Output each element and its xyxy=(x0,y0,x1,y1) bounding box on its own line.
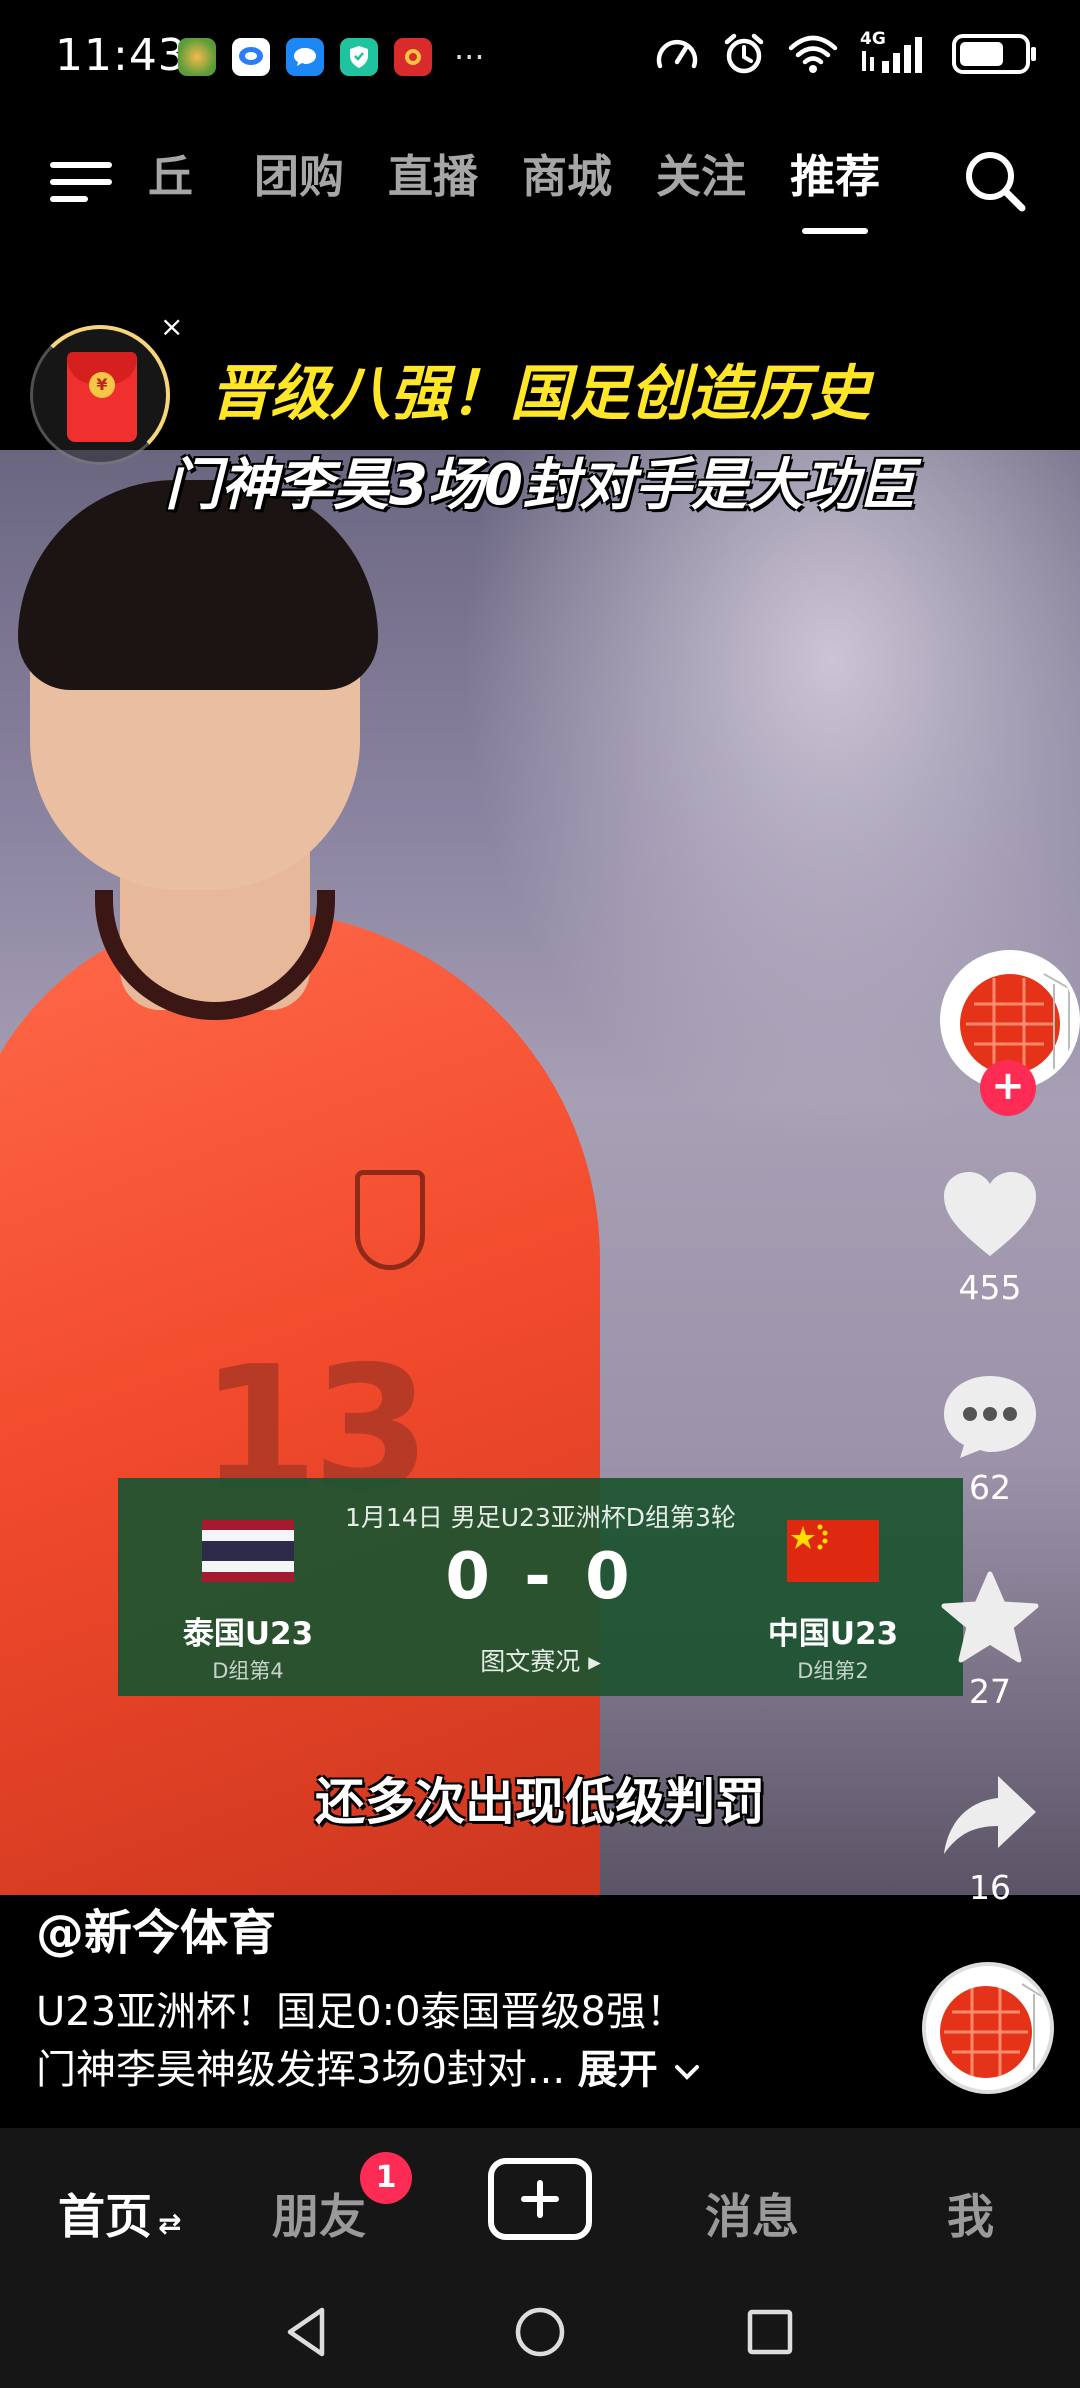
menu-line xyxy=(50,196,88,202)
author-name[interactable]: @新今体育 xyxy=(36,1893,916,1963)
share-icon xyxy=(944,1776,1036,1854)
friends-badge: 1 xyxy=(360,2152,412,2204)
heart-icon xyxy=(944,1172,1036,1256)
shield-icon xyxy=(340,38,378,76)
share-button[interactable]: 16 xyxy=(940,1770,1040,1907)
tab-following[interactable]: 关注 xyxy=(656,142,746,212)
tab-messages[interactable]: 消息 xyxy=(705,2178,799,2247)
video-description[interactable]: U23亚洲杯！国足0:0泰国晋级8强！ 门神李昊神级发挥3场0封对... 展开 xyxy=(36,1983,916,2099)
menu-line xyxy=(50,179,112,185)
tab-group-buy[interactable]: 团购 xyxy=(254,142,344,212)
wifi-icon xyxy=(788,35,838,73)
like-button[interactable]: 455 xyxy=(940,1170,1040,1307)
recents-icon[interactable] xyxy=(740,2302,800,2362)
chevron-down-icon xyxy=(674,2065,699,2080)
notification-icons: ··· xyxy=(178,38,485,76)
tab-live[interactable]: 直播 xyxy=(388,142,478,212)
follow-button[interactable]: + xyxy=(980,1060,1036,1116)
app-icon-5 xyxy=(394,38,432,76)
video-title-overlay: 晋级八强！国足创造历史 门神李昊3场0封对手是大功臣 xyxy=(40,345,1040,521)
chat-icon xyxy=(286,38,324,76)
tab-home-label: 首页 xyxy=(58,2190,152,2245)
video-caption: @新今体育 U23亚洲杯！国足0:0泰国晋级8强！ 门神李昊神级发挥3场0封对.… xyxy=(36,1893,916,2099)
status-time: 11:43 xyxy=(55,30,187,81)
tab-location[interactable]: 丘 xyxy=(148,142,210,212)
switch-icon: ⇄ xyxy=(158,2207,182,2240)
speedometer-icon xyxy=(656,39,698,69)
system-navigation-bar xyxy=(0,2276,1080,2388)
expand-label: 展开 xyxy=(577,2047,658,2093)
description-line2: 门神李昊神级发挥3场0封对... 展开 xyxy=(36,2041,916,2099)
tab-me[interactable]: 我 xyxy=(947,2178,994,2247)
china-flag-icon xyxy=(787,1520,879,1582)
red-packet-close-button[interactable]: × xyxy=(160,310,183,343)
message-bubble-icon xyxy=(232,38,270,76)
red-envelope-icon: ¥ xyxy=(67,352,137,442)
star-icon xyxy=(941,1571,1039,1663)
app-icon-1 xyxy=(178,38,216,76)
description-line2-text: 门神李昊神级发挥3场0封对... xyxy=(36,2047,566,2093)
coin-icon: ¥ xyxy=(89,372,115,398)
plus-icon-v xyxy=(537,2180,543,2218)
description-line1: U23亚洲杯！国足0:0泰国晋级8强！ xyxy=(36,1989,686,2035)
favorite-button[interactable]: 27 xyxy=(940,1570,1040,1711)
comment-count: 62 xyxy=(969,1468,1011,1507)
alarm-icon xyxy=(724,33,764,74)
create-button[interactable] xyxy=(488,2158,592,2240)
music-disc[interactable] xyxy=(922,1962,1054,2094)
menu-button[interactable] xyxy=(50,152,116,212)
tab-recommended[interactable]: 推荐 xyxy=(790,142,880,234)
comment-button[interactable]: 62 xyxy=(940,1370,1040,1507)
tab-friends[interactable]: 朋友 xyxy=(272,2178,366,2247)
like-count: 455 xyxy=(958,1268,1022,1307)
expand-button[interactable]: 展开 xyxy=(578,2047,702,2093)
video-title-line2: 门神李昊3场0封对手是大功臣 xyxy=(165,453,915,518)
back-icon[interactable] xyxy=(278,2302,338,2362)
match-score-card[interactable]: 泰国U23 D组第4 1月14日 男足U23亚洲杯D组第3轮 0 - 0 图文赛… xyxy=(118,1478,963,1696)
comment-icon xyxy=(944,1376,1036,1458)
red-packet-button[interactable]: ¥ xyxy=(30,325,170,465)
favorite-count: 27 xyxy=(969,1672,1011,1711)
jersey-crest xyxy=(355,1170,425,1270)
video-title-line1: 晋级八强！国足创造历史 xyxy=(210,359,870,429)
tab-mall[interactable]: 商城 xyxy=(522,142,612,212)
menu-line xyxy=(50,162,112,168)
tab-home[interactable]: 首页 ⇄ xyxy=(58,2178,181,2247)
share-count: 16 xyxy=(969,1868,1011,1907)
more-notifications: ··· xyxy=(454,38,485,76)
nav-tabs: 丘 团购 直播 商城 关注 推荐 xyxy=(148,142,924,234)
home-icon[interactable] xyxy=(510,2302,570,2362)
